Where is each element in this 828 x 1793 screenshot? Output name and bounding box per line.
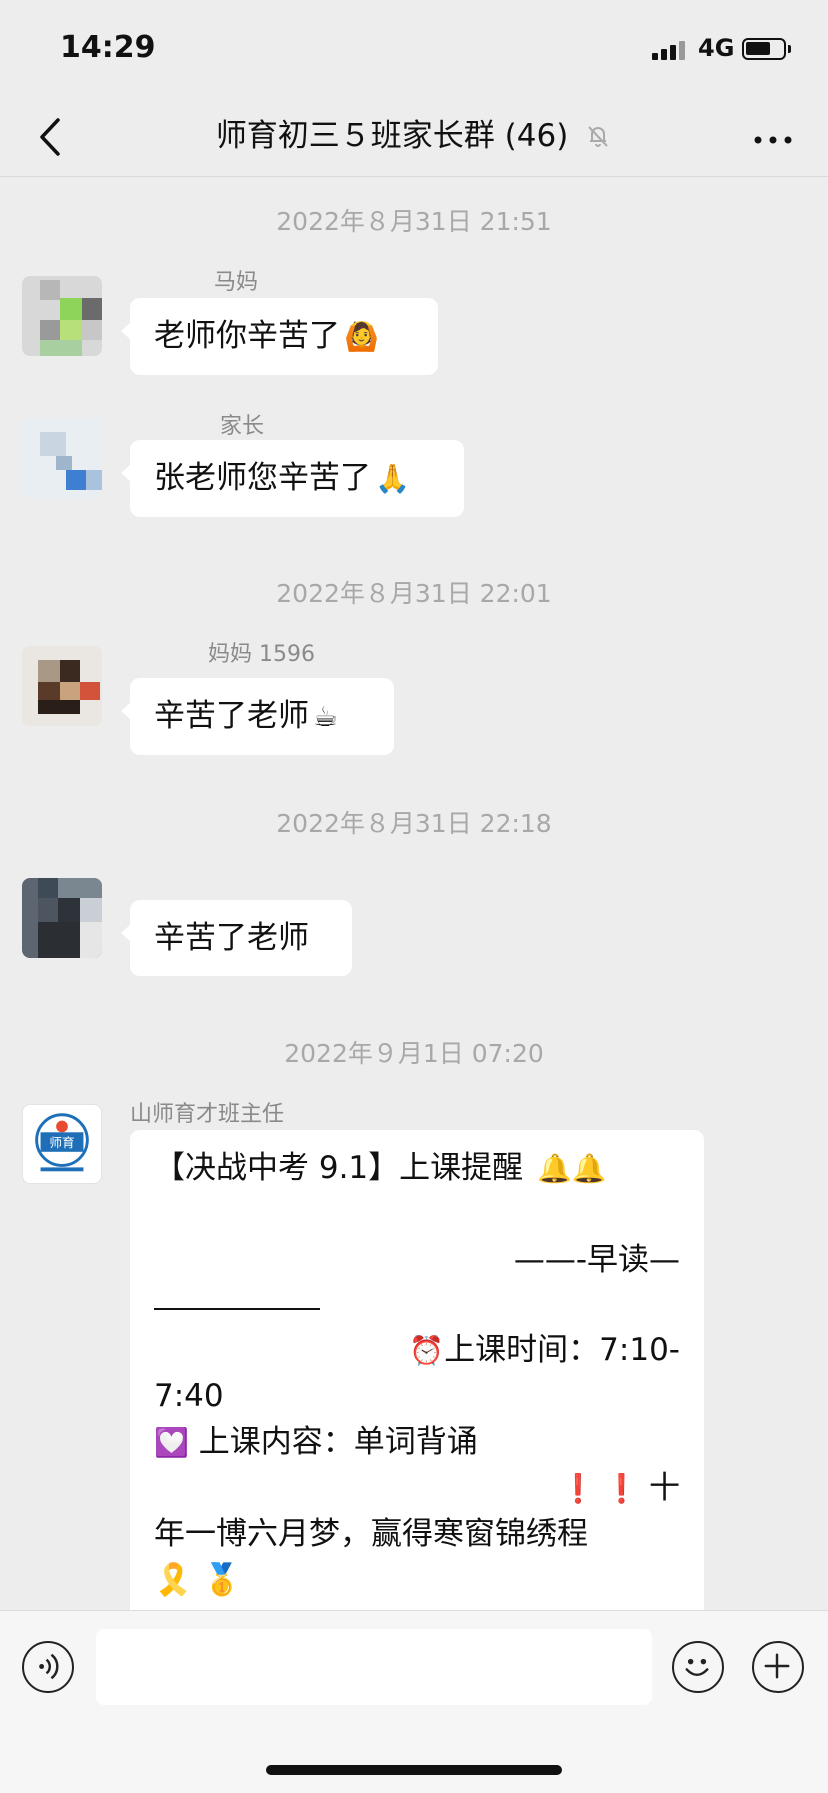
divider-line <box>154 1308 320 1310</box>
chat-header: 师育初三５班家长群 (46) <box>0 100 828 177</box>
input-bar <box>0 1610 828 1793</box>
message-line: 【决战中考 9.1】上课提醒 <box>154 1150 524 1186</box>
chat-title: 师育初三５班家长群 (46) <box>0 114 828 156</box>
avatar-text: 师育 <box>49 1135 74 1150</box>
message-line: 十 <box>639 1470 680 1506</box>
emoji-icon[interactable] <box>672 1641 724 1693</box>
message-bubble[interactable]: 辛苦了老师 <box>121 900 352 976</box>
message-bubble[interactable]: 张老师您辛苦了 🙏 <box>121 440 464 517</box>
message-line: 上课时间：7:10- <box>444 1332 680 1368</box>
signal-icon <box>652 40 690 60</box>
emoji: 🙏 <box>375 462 410 495</box>
ribbon-medal-emoji: 🎗️ 🥇 <box>154 1562 242 1598</box>
bell-emoji: 🔔🔔 <box>537 1152 607 1185</box>
alarm-clock-emoji: ⏰ <box>409 1334 445 1367</box>
battery-icon <box>742 38 791 60</box>
message-input[interactable] <box>96 1629 652 1705</box>
message-line: 上课内容：单词背诵 <box>188 1424 478 1460</box>
emoji: 🙆 <box>344 320 379 353</box>
timestamp: 2022年９月1日 07:20 <box>284 1039 544 1068</box>
avatar[interactable] <box>22 276 102 356</box>
status-time: 14:29 <box>60 30 156 65</box>
chat-title-text: 师育初三５班家长群 (46) <box>215 117 569 154</box>
avatar[interactable] <box>22 878 102 958</box>
voice-icon[interactable] <box>22 1641 74 1693</box>
avatar[interactable]: 师育 <box>22 1104 102 1184</box>
timestamp: 2022年８月31日 22:01 <box>276 579 552 608</box>
home-indicator <box>266 1765 562 1775</box>
network-label: 4G <box>698 34 735 62</box>
message-text: 张老师您辛苦了 <box>154 460 371 496</box>
heart-emoji: 💟 <box>154 1426 189 1459</box>
message-line: 年一博六月梦，赢得寒窗锦绣程 <box>154 1516 588 1552</box>
message-line: ——-早读— <box>513 1242 680 1278</box>
message-text: 辛苦了老师 <box>154 698 309 734</box>
avatar[interactable] <box>22 418 102 498</box>
school-logo-icon: 师育 <box>35 1113 89 1172</box>
avatar[interactable] <box>22 646 102 726</box>
exclamation-emoji: ❗ ❗ <box>560 1472 640 1505</box>
plus-icon[interactable] <box>752 1641 804 1693</box>
status-bar: 14:29 4G <box>0 0 828 100</box>
message-bubble[interactable]: 【决战中考 9.1】上课提醒 🔔🔔 ——-早读— ⏰上课时间：7:10- 7:4… <box>130 1130 704 1610</box>
sender-name: 妈妈 1596 <box>208 642 315 667</box>
message-bubble[interactable]: 老师你辛苦了 🙆 <box>121 298 438 375</box>
message-line: 7:40 <box>154 1378 224 1414</box>
sender-name: 山师育才班主任 <box>130 1102 285 1127</box>
message-text: 老师你辛苦了 <box>154 318 340 354</box>
sender-name: 家长 <box>220 414 265 439</box>
sender-name: 马妈 <box>214 270 259 295</box>
timestamp: 2022年８月31日 22:18 <box>276 809 552 838</box>
timestamp: 2022年８月31日 21:51 <box>276 207 552 236</box>
bell-slash-icon <box>588 125 608 147</box>
emoji: ☕ <box>313 700 339 733</box>
message-bubble[interactable]: 辛苦了老师 ☕ <box>121 678 394 755</box>
message-text: 辛苦了老师 <box>154 920 309 956</box>
more-icon[interactable] <box>748 120 798 160</box>
